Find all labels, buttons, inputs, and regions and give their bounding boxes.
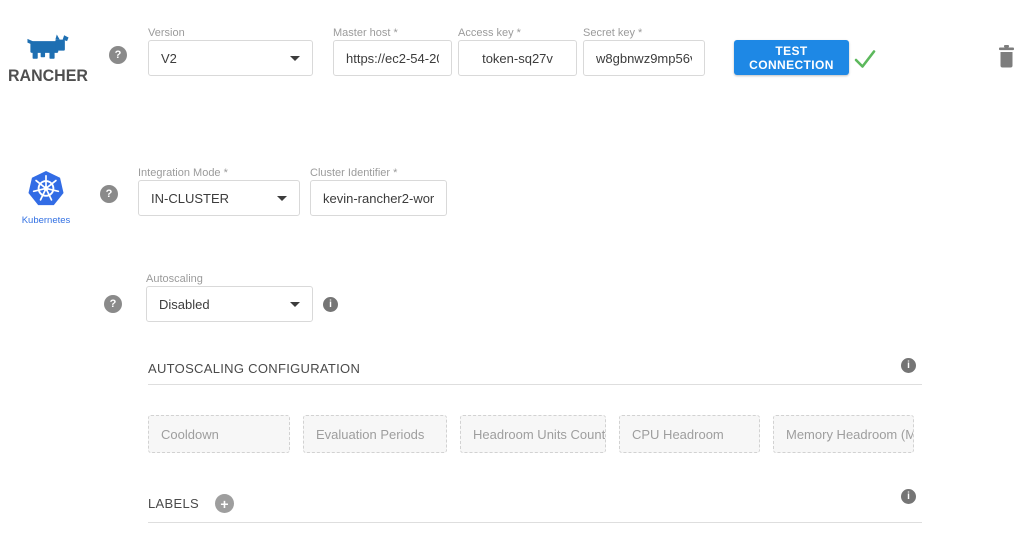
cooldown-field: Cooldown — [148, 415, 290, 453]
kubernetes-logo-text: Kubernetes — [14, 215, 78, 226]
rancher-logo-text: RANCHER — [8, 66, 83, 86]
version-value: V2 — [161, 51, 177, 66]
cluster-identifier-input[interactable] — [310, 180, 447, 216]
version-label: Version — [148, 27, 313, 40]
integration-mode-value: IN-CLUSTER — [151, 191, 229, 206]
autoscaling-select[interactable]: Autoscaling Disabled — [146, 273, 313, 322]
autoscaling-configuration-title: AUTOSCALING CONFIGURATION — [148, 361, 360, 376]
master-host-label: Master host * — [333, 27, 452, 40]
add-label-button[interactable]: + — [215, 494, 234, 513]
cluster-identifier-field-group: Cluster Identifier * — [310, 167, 447, 216]
labels-divider — [148, 522, 922, 523]
version-select[interactable]: Version V2 — [148, 27, 313, 76]
secret-key-input[interactable] — [583, 40, 705, 76]
autoscaling-label: Autoscaling — [146, 273, 313, 286]
rancher-help-icon[interactable]: ? — [109, 46, 127, 64]
autoscaling-configuration-info-icon[interactable]: i — [901, 358, 916, 373]
headroom-units-count-field: Headroom Units Count — [460, 415, 606, 453]
test-connection-button[interactable]: TEST CONNECTION — [734, 40, 849, 75]
memory-headroom-field: Memory Headroom (MiB) — [773, 415, 914, 453]
labels-title: LABELS — [148, 496, 199, 511]
autoscaling-configuration-divider — [148, 384, 922, 385]
chevron-down-icon — [290, 56, 300, 61]
cpu-headroom-field: CPU Headroom — [619, 415, 760, 453]
master-host-input[interactable] — [333, 40, 452, 76]
kubernetes-logo: Kubernetes — [14, 170, 78, 226]
secret-key-label: Secret key * — [583, 27, 705, 40]
delete-trash-icon[interactable] — [997, 45, 1016, 68]
cluster-identifier-label: Cluster Identifier * — [310, 167, 447, 180]
labels-header: LABELS + — [148, 494, 234, 513]
secret-key-field-group: Secret key * — [583, 27, 705, 76]
labels-info-icon[interactable]: i — [901, 489, 916, 504]
autoscaling-info-icon[interactable]: i — [323, 297, 338, 312]
integration-mode-select[interactable]: Integration Mode * IN-CLUSTER — [138, 167, 300, 216]
autoscaling-value: Disabled — [159, 297, 210, 312]
evaluation-periods-field: Evaluation Periods — [303, 415, 447, 453]
kubernetes-helm-icon — [26, 170, 66, 208]
autoscaling-help-icon[interactable]: ? — [104, 295, 122, 313]
access-key-label: Access key * — [458, 27, 577, 40]
chevron-down-icon — [277, 196, 287, 201]
master-host-field-group: Master host * — [333, 27, 452, 76]
integration-mode-label: Integration Mode * — [138, 167, 300, 180]
kubernetes-help-icon[interactable]: ? — [100, 185, 118, 203]
chevron-down-icon — [290, 302, 300, 307]
autoscaling-configuration-fields: Cooldown Evaluation Periods Headroom Uni… — [148, 415, 914, 453]
rancher-cow-icon — [26, 34, 70, 60]
access-key-input[interactable] — [458, 40, 577, 76]
rancher-logo: RANCHER — [8, 34, 88, 86]
connection-success-check-icon — [852, 46, 878, 72]
access-key-field-group: Access key * — [458, 27, 577, 76]
